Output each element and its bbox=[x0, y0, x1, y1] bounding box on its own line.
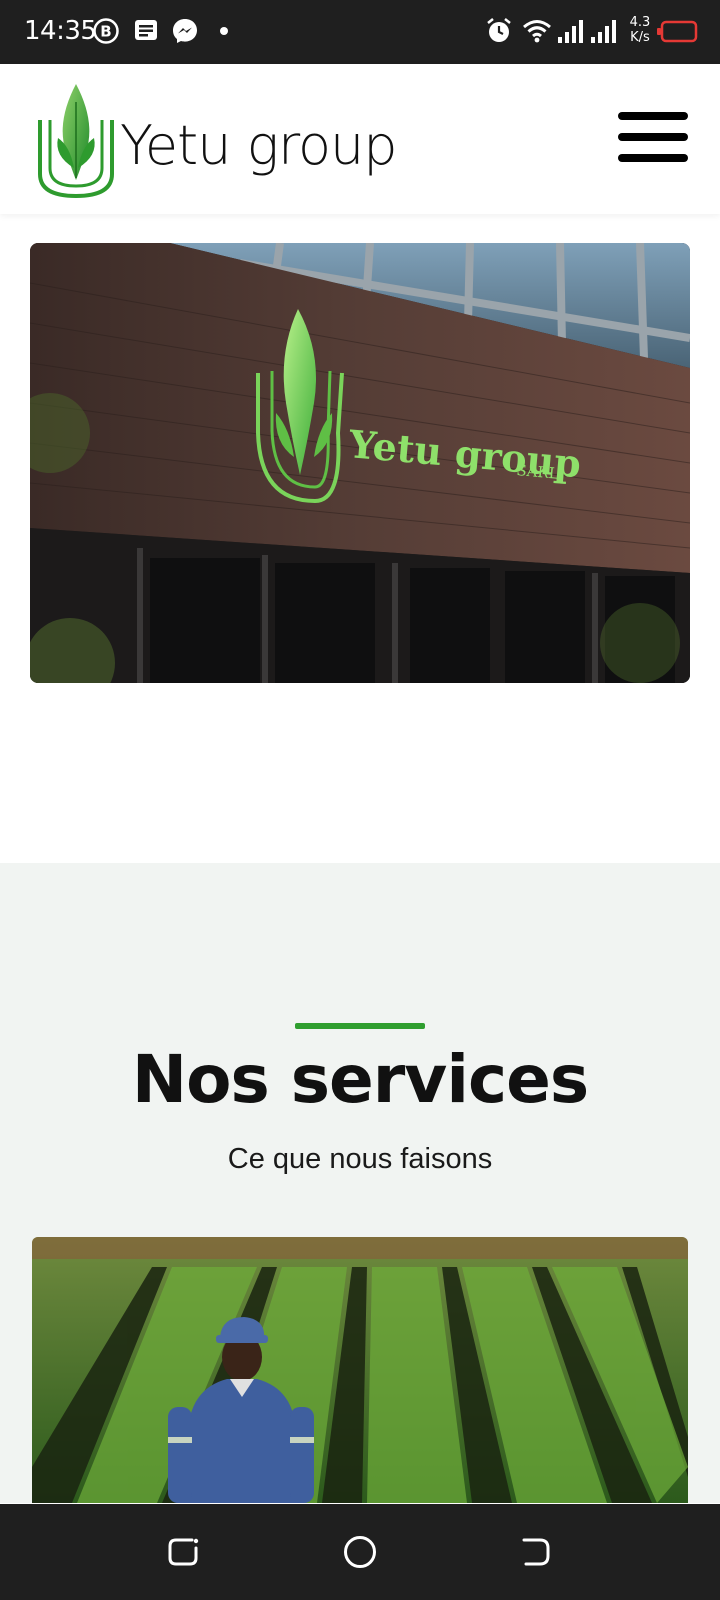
network-speed-value: 4.3 bbox=[629, 15, 651, 30]
services-section: Nos services Ce que nous faisons bbox=[0, 863, 720, 1503]
recent-apps-icon[interactable] bbox=[162, 1530, 206, 1574]
system-nav-bar bbox=[0, 1504, 720, 1600]
signal-icon bbox=[591, 20, 616, 43]
back-icon[interactable] bbox=[514, 1530, 558, 1574]
wifi-icon bbox=[523, 20, 551, 43]
alarm-icon bbox=[487, 18, 511, 42]
service-card-image[interactable] bbox=[32, 1237, 688, 1503]
dot-icon bbox=[220, 27, 228, 35]
sign-suffix: SARL bbox=[516, 461, 560, 483]
site-header: Yetu group bbox=[0, 64, 720, 214]
farmer-field-illustration bbox=[32, 1237, 688, 1503]
yetu-logo-icon[interactable] bbox=[36, 82, 116, 200]
notes-icon bbox=[135, 20, 157, 40]
network-speed-unit: K/s bbox=[630, 30, 650, 45]
svg-text:B: B bbox=[100, 23, 111, 41]
status-bar: 14:35 B 4.3 K/s bbox=[0, 0, 720, 64]
messenger-icon bbox=[173, 19, 197, 43]
signal-icon bbox=[558, 20, 583, 43]
status-time: 14:35 bbox=[24, 16, 97, 46]
hero-image: Yetu group SARL bbox=[30, 243, 690, 683]
hamburger-line bbox=[618, 133, 688, 141]
b-circle-icon: B bbox=[93, 18, 119, 44]
hamburger-menu-icon[interactable] bbox=[618, 112, 688, 164]
hamburger-line bbox=[618, 112, 688, 120]
network-speed: 4.3 K/s bbox=[624, 15, 656, 45]
building-sign-illustration: Yetu group SARL bbox=[30, 243, 690, 683]
home-circle-icon[interactable] bbox=[338, 1530, 382, 1574]
services-title: Nos services bbox=[131, 1041, 589, 1118]
services-subtitle: Ce que nous faisons bbox=[227, 1143, 493, 1175]
battery-low-icon bbox=[657, 20, 698, 43]
hamburger-line bbox=[618, 154, 688, 162]
section-accent-line bbox=[295, 1023, 425, 1029]
brand-name[interactable]: Yetu group bbox=[120, 114, 398, 177]
